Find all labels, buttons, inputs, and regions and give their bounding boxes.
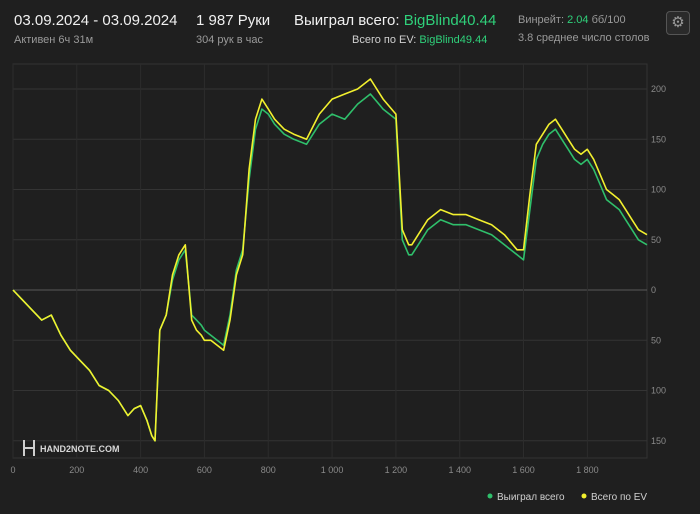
- hand2note-logo: HAND2NOTE.COM: [23, 440, 120, 456]
- logo-icon: [23, 440, 35, 456]
- y-tick-label: 100: [651, 386, 666, 396]
- plot-frame: [12, 63, 648, 459]
- x-axis-ticks: 0 200 400 600 800 1 000 1 200 1 400 1 600 1 800: [10, 465, 598, 475]
- series-line-ev: [12, 78, 648, 442]
- y-axis-ticks: 200 150 100 50 0 50 100 150: [651, 84, 666, 446]
- x-tick-label: 1 800: [576, 465, 599, 475]
- y-tick-label: 200: [651, 84, 666, 94]
- legend-label-won: Выиграл всего: [497, 492, 565, 503]
- legend: Выиграл всего Всего по EV: [487, 492, 647, 503]
- x-tick-label: 200: [69, 465, 84, 475]
- legend-label-ev: Всего по EV: [591, 492, 647, 503]
- y-tick-label: 50: [651, 335, 661, 345]
- y-tick-label: 150: [651, 436, 666, 446]
- x-tick-label: 1 600: [512, 465, 535, 475]
- y-tick-label: 50: [651, 235, 661, 245]
- y-tick-label: 100: [651, 185, 666, 195]
- series-line-won: [12, 93, 648, 442]
- x-tick-label: 1 000: [321, 465, 344, 475]
- x-tick-label: 1 400: [448, 465, 471, 475]
- y-tick-label: 0: [651, 285, 656, 295]
- logo-text: HAND2NOTE.COM: [40, 444, 120, 454]
- legend-dot-won: [487, 493, 493, 499]
- legend-dot-ev: [581, 493, 587, 499]
- x-tick-label: 600: [197, 465, 212, 475]
- x-tick-label: 400: [133, 465, 148, 475]
- x-tick-label: 800: [261, 465, 276, 475]
- chart-grid: [12, 64, 647, 458]
- profit-chart: 200 150 100 50 0 50 100 150 0 200 400 600 800 1 000 1…: [10, 63, 666, 503]
- x-tick-label: 1 200: [385, 465, 408, 475]
- x-tick-label: 0: [10, 465, 15, 475]
- chart-series: [12, 78, 648, 442]
- y-tick-label: 150: [651, 134, 666, 144]
